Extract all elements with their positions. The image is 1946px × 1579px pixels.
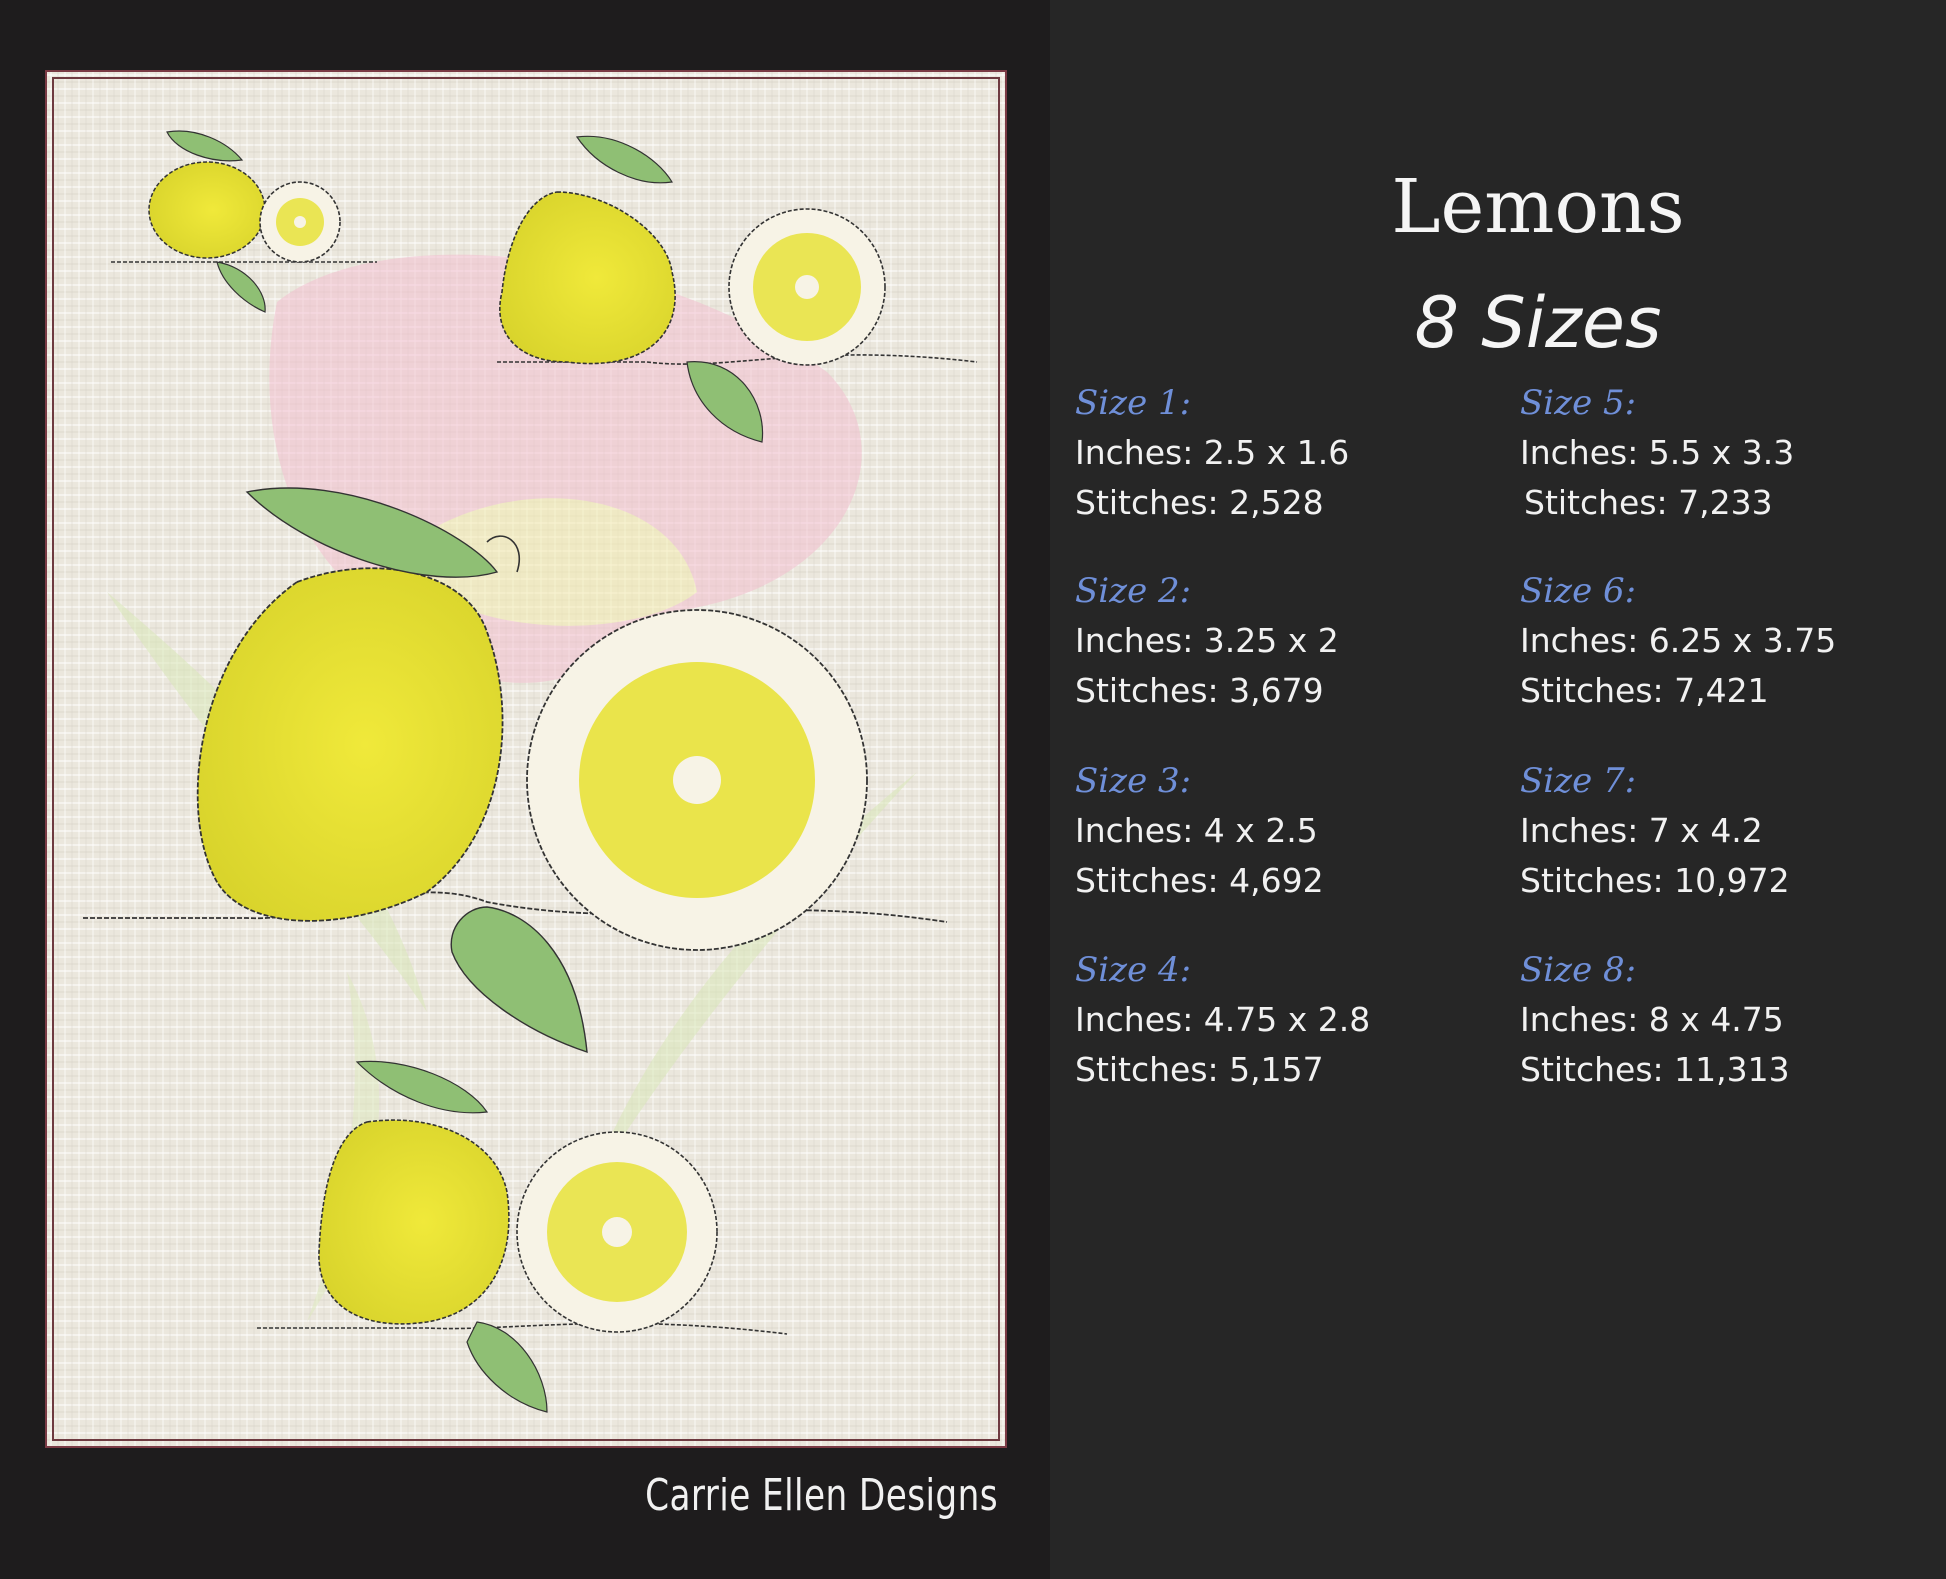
product-info-panel: Lemons 8 Sizes Size 1: Inches: 2.5 x 1.6… (1050, 0, 1946, 1579)
size-inches: Inches: 4 x 2.5 (1075, 811, 1318, 850)
size-inches: Inches: 4.75 x 2.8 (1075, 1000, 1371, 1039)
product-title: Lemons (1391, 164, 1685, 250)
size-spec-5: Size 5: Inches: 5.5 x 3.3 Stitches: 7,23… (1520, 378, 1940, 528)
size-spec-3: Size 3: Inches: 4 x 2.5 Stitches: 4,692 (1075, 756, 1495, 906)
size-inches: Inches: 8 x 4.75 (1520, 1000, 1784, 1039)
size-stitches: Stitches: 2,528 (1075, 483, 1324, 522)
size-label: Size 2: (1075, 571, 1192, 611)
size-spec-1: Size 1: Inches: 2.5 x 1.6 Stitches: 2,52… (1075, 378, 1495, 528)
lemons-embroidery-artwork (47, 72, 1005, 1446)
size-inches: Inches: 7 x 4.2 (1520, 811, 1763, 850)
size-stitches: Stitches: 4,692 (1075, 861, 1324, 900)
size-stitches: Stitches: 10,972 (1520, 861, 1790, 900)
brand-signature: Carrie Ellen Designs (645, 1470, 998, 1521)
size-stitches: Stitches: 5,157 (1075, 1050, 1324, 1089)
size-stitches: Stitches: 3,679 (1075, 671, 1324, 710)
size-label: Size 7: (1520, 761, 1637, 801)
size-spec-2: Size 2: Inches: 3.25 x 2 Stitches: 3,679 (1075, 566, 1495, 716)
size-label: Size 6: (1520, 571, 1637, 611)
size-label: Size 3: (1075, 761, 1192, 801)
size-inches: Inches: 2.5 x 1.6 (1075, 433, 1350, 472)
size-label: Size 8: (1520, 950, 1637, 990)
size-label: Size 4: (1075, 950, 1192, 990)
size-stitches: Stitches: 7,233 (1524, 483, 1773, 522)
size-inches: Inches: 5.5 x 3.3 (1520, 433, 1795, 472)
design-preview-panel: Carrie Ellen Designs (0, 0, 1050, 1579)
size-label: Size 1: (1075, 383, 1192, 423)
size-spec-6: Size 6: Inches: 6.25 x 3.75 Stitches: 7,… (1520, 566, 1940, 716)
size-spec-4: Size 4: Inches: 4.75 x 2.8 Stitches: 5,1… (1075, 945, 1495, 1095)
product-subtitle: 8 Sizes (1414, 282, 1662, 364)
size-stitches: Stitches: 11,313 (1520, 1050, 1790, 1089)
size-inches: Inches: 3.25 x 2 (1075, 621, 1339, 660)
size-spec-7: Size 7: Inches: 7 x 4.2 Stitches: 10,972 (1520, 756, 1940, 906)
size-inches: Inches: 6.25 x 3.75 (1520, 621, 1837, 660)
embroidery-preview-image (45, 70, 1007, 1448)
size-label: Size 5: (1520, 383, 1637, 423)
size-stitches: Stitches: 7,421 (1520, 671, 1769, 710)
size-spec-8: Size 8: Inches: 8 x 4.75 Stitches: 11,31… (1520, 945, 1940, 1095)
